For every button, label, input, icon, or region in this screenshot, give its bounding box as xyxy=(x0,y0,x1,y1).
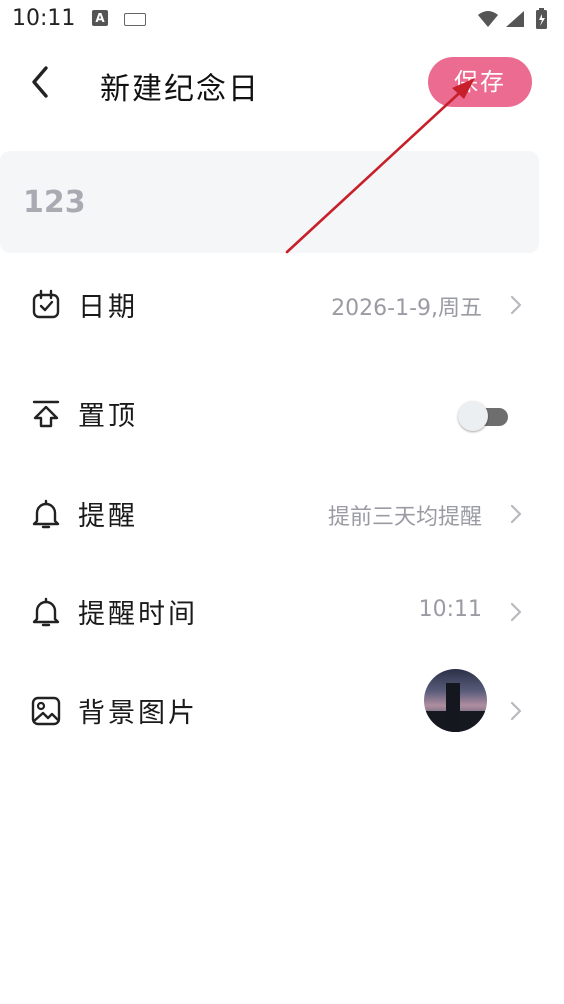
chevron-right-icon xyxy=(508,699,524,723)
row-pin-top: 置顶 xyxy=(0,374,564,454)
row-reminder-value: 提前三天均提醒 xyxy=(327,505,482,530)
bell-icon xyxy=(30,596,62,628)
row-reminder-label: 提醒 xyxy=(78,501,138,532)
chevron-right-icon xyxy=(508,502,524,526)
top-bar: 新建纪念日 保存 xyxy=(0,48,564,118)
status-right-icons xyxy=(476,7,554,37)
chevron-left-icon xyxy=(32,66,48,98)
back-button[interactable] xyxy=(26,62,58,102)
name-input-value: 123 xyxy=(23,185,86,220)
chevron-right-icon xyxy=(508,293,524,317)
row-reminder[interactable]: 提醒 提前三天均提醒 xyxy=(0,474,564,554)
bell-icon xyxy=(30,498,62,530)
row-date-value: 2026-1-9,周五 xyxy=(331,296,482,321)
toggle-knob xyxy=(458,401,488,431)
row-date-label: 日期 xyxy=(78,292,138,323)
status-bar: 10:11 A xyxy=(0,0,564,40)
row-date[interactable]: 日期 2026-1-9,周五 xyxy=(0,265,564,345)
save-button[interactable]: 保存 xyxy=(428,57,532,107)
anniversary-name-input[interactable]: 123 xyxy=(0,151,539,253)
row-reminder-time-value: 10:11 xyxy=(418,597,482,622)
page-title: 新建纪念日 xyxy=(100,72,260,107)
image-icon xyxy=(30,695,62,727)
chevron-right-icon xyxy=(508,600,524,624)
status-time: 10:11 xyxy=(12,6,76,31)
pin-top-icon xyxy=(30,398,62,430)
background-image-thumbnail[interactable] xyxy=(424,669,487,732)
pin-top-toggle[interactable] xyxy=(458,400,510,431)
accessibility-a-icon: A xyxy=(92,10,108,26)
row-reminder-time[interactable]: 提醒时间 10:11 xyxy=(0,572,564,652)
row-background-image[interactable]: 背景图片 xyxy=(0,669,564,751)
row-reminder-time-label: 提醒时间 xyxy=(78,599,198,630)
signal-battery-icons xyxy=(478,8,547,29)
row-background-image-label: 背景图片 xyxy=(78,698,198,729)
cellular-signal-icon xyxy=(506,11,524,27)
row-pin-top-label: 置顶 xyxy=(78,401,138,432)
keyboard-icon xyxy=(124,13,146,26)
wifi-icon xyxy=(478,11,498,27)
calendar-check-icon xyxy=(30,289,62,321)
